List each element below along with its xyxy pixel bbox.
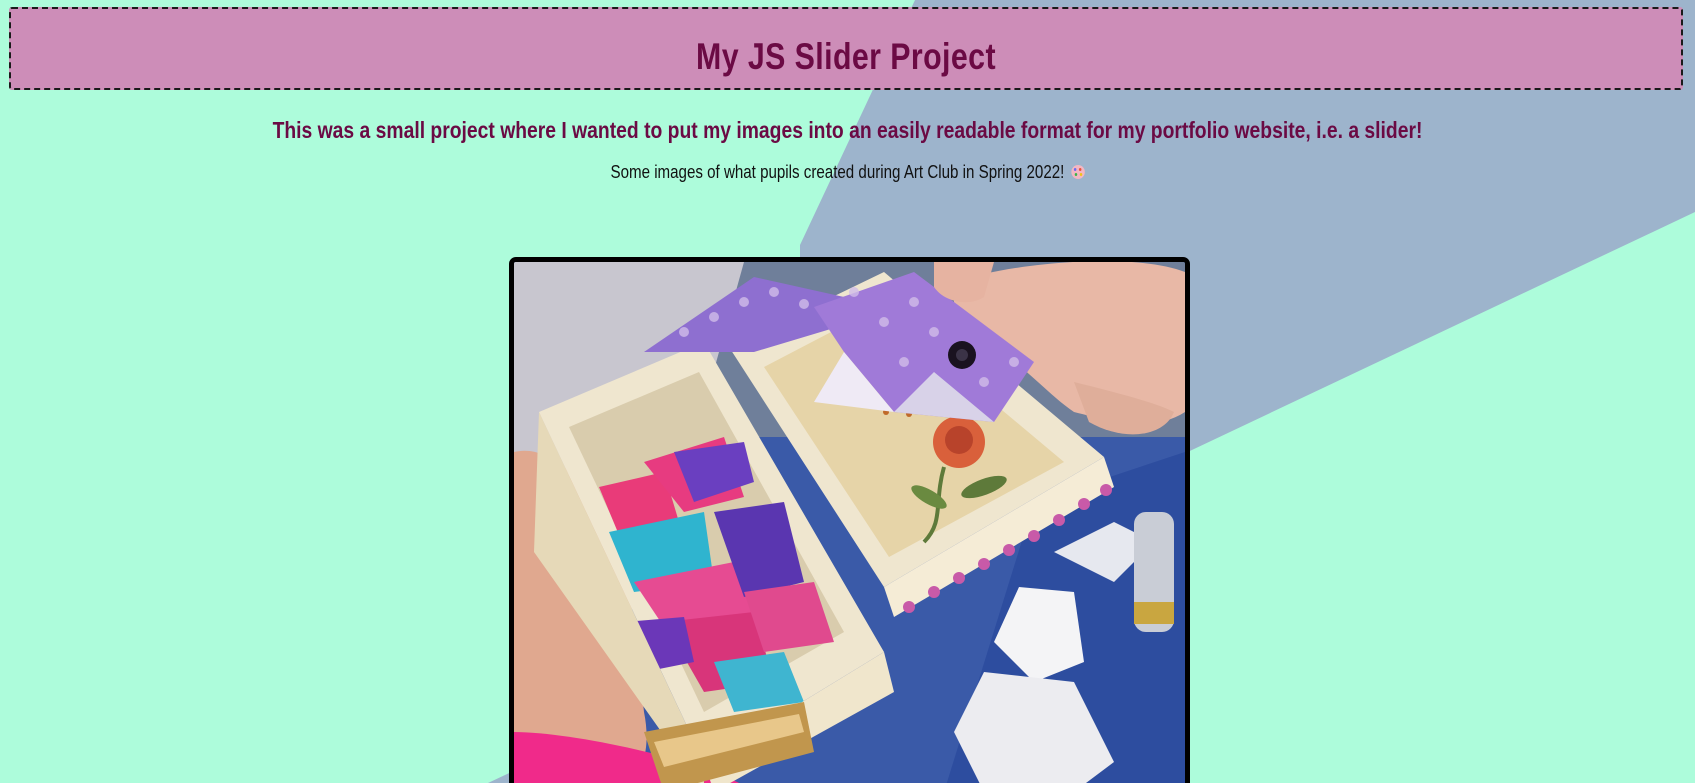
page-header: My JS Slider Project (9, 7, 1683, 90)
page-title: My JS Slider Project (696, 36, 996, 77)
artist-palette-icon (1071, 165, 1085, 179)
subtitle-line: Some images of what pupils created durin… (136, 158, 1560, 186)
intro-text: This was a small project where I wanted … (272, 117, 1423, 143)
image-slider[interactable] (509, 257, 1190, 783)
slide-photo-origami-box (514, 262, 1185, 783)
subtitle-text: Some images of what pupils created durin… (610, 162, 1065, 182)
